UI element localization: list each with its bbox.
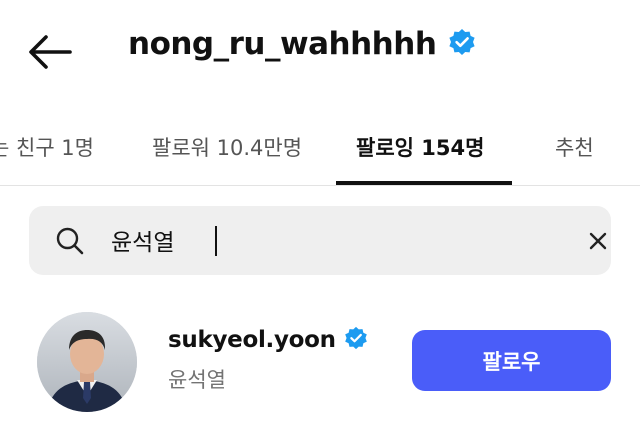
tab-suggested[interactable]: 추천 bbox=[555, 132, 594, 162]
follow-tabs: 는 친구 1명 팔로워 10.4만명 팔로잉 154명 추천 bbox=[0, 108, 640, 186]
clear-search-button[interactable] bbox=[585, 228, 611, 254]
follow-button[interactable]: 팔로우 bbox=[412, 330, 611, 391]
page-title: nong_ru_wahhhhh bbox=[128, 26, 437, 62]
top-bar: nong_ru_wahhhhh bbox=[0, 0, 640, 100]
title-row: nong_ru_wahhhhh bbox=[128, 26, 476, 62]
username[interactable]: sukyeol.yoon bbox=[168, 327, 336, 353]
search-bar[interactable] bbox=[29, 206, 611, 275]
close-icon bbox=[589, 232, 607, 250]
avatar[interactable] bbox=[37, 312, 137, 412]
tab-mutual-friends[interactable]: 는 친구 1명 bbox=[0, 132, 94, 162]
verified-badge-icon bbox=[448, 28, 476, 60]
tab-followers[interactable]: 팔로워 10.4만명 bbox=[152, 132, 302, 162]
text-caret bbox=[215, 226, 217, 256]
search-icon bbox=[55, 226, 85, 260]
back-button[interactable] bbox=[26, 30, 74, 74]
tab-following[interactable]: 팔로잉 154명 bbox=[356, 132, 484, 162]
search-input[interactable] bbox=[111, 220, 541, 260]
full-name: 윤석열 bbox=[168, 368, 226, 392]
arrow-left-icon bbox=[29, 35, 72, 69]
verified-badge-icon bbox=[344, 326, 368, 354]
username-row: sukyeol.yoon bbox=[168, 326, 368, 354]
tabs-divider bbox=[0, 185, 640, 186]
list-item[interactable]: sukyeol.yoon 윤석열 팔로우 bbox=[0, 300, 640, 420]
